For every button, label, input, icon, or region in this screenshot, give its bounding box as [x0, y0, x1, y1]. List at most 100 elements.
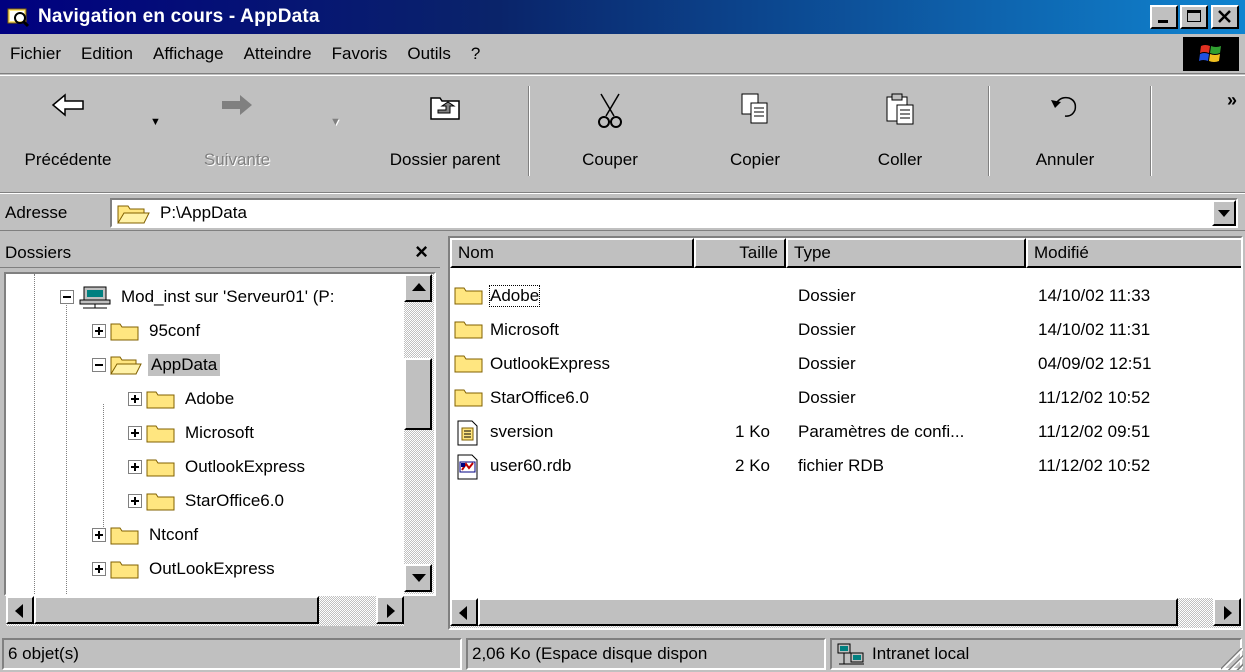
file-row[interactable]: OutlookExpress Dossier 04/09/02 12:51	[450, 348, 1240, 382]
collapse-icon[interactable]	[60, 290, 74, 304]
file-row[interactable]: Adobe Dossier 14/10/02 11:33	[450, 280, 1240, 314]
forward-arrow-icon	[222, 95, 252, 115]
status-bar: 6 objet(s) 2,06 Ko (Espace disque dispon…	[0, 634, 1245, 672]
tree-item-microsoft[interactable]: Microsoft	[128, 416, 257, 450]
expand-icon[interactable]	[92, 528, 106, 542]
tree-item-network-drive[interactable]: Mod_inst sur 'Serveur01' (P:	[60, 280, 337, 314]
close-pane-icon[interactable]: ×	[415, 239, 428, 265]
arrow-right-icon	[387, 604, 395, 618]
menu-fichier[interactable]: Fichier	[0, 44, 71, 64]
paste-icon	[886, 93, 914, 125]
address-label: Adresse	[5, 203, 68, 222]
folder-icon	[110, 561, 139, 579]
expand-icon[interactable]	[128, 426, 142, 440]
file-row[interactable]: sversion 1 Ko Paramètres de confi... 11/…	[450, 416, 1240, 450]
folder-tree-vscrollbar[interactable]	[404, 274, 434, 594]
undo-icon	[1051, 96, 1077, 117]
arrow-up-icon	[412, 283, 426, 291]
network-drive-icon	[79, 286, 111, 309]
expand-icon[interactable]	[128, 494, 142, 508]
file-list-hscrollbar[interactable]	[450, 598, 1241, 628]
file-row[interactable]: Microsoft Dossier 14/10/02 11:31	[450, 314, 1240, 348]
expand-icon[interactable]	[92, 562, 106, 576]
title-bar[interactable]: Navigation en cours - AppData	[0, 0, 1245, 34]
explorer-window: Navigation en cours - AppData Fichier Ed…	[0, 0, 1245, 672]
status-zone-label: Intranet local	[872, 644, 970, 663]
up-folder-button[interactable]: Dossier parent	[370, 84, 520, 179]
window-title: Navigation en cours - AppData	[38, 6, 320, 27]
menu-outils[interactable]: Outils	[397, 44, 460, 64]
minimize-icon	[1158, 20, 1168, 23]
menu-edition[interactable]: Edition	[71, 44, 143, 64]
rdb-file-icon	[457, 454, 478, 480]
intranet-zone-icon	[837, 643, 864, 665]
scroll-thumb[interactable]	[478, 598, 1178, 626]
close-icon	[1218, 10, 1231, 23]
tree-item-ntconf[interactable]: Ntconf	[92, 518, 201, 552]
forward-button[interactable]: Suivante	[182, 84, 292, 179]
back-dropdown-icon[interactable]: ▼	[150, 116, 161, 128]
scroll-right-button[interactable]	[376, 596, 404, 624]
scroll-left-button[interactable]	[6, 596, 34, 624]
scroll-right-button[interactable]	[1213, 598, 1241, 626]
expand-icon[interactable]	[128, 460, 142, 474]
more-chevron-icon[interactable]: »	[1227, 90, 1237, 111]
cut-button[interactable]: Couper	[545, 84, 675, 179]
status-object-count: 6 objet(s)	[2, 638, 462, 670]
resize-grip-icon[interactable]	[1221, 648, 1243, 670]
tree-item-outlookexpress[interactable]: OutlookExpress	[128, 450, 308, 484]
menu-affichage[interactable]: Affichage	[143, 44, 234, 64]
paste-button[interactable]: Coller	[840, 84, 960, 179]
folder-icon	[146, 459, 175, 477]
address-dropdown-button[interactable]	[1212, 200, 1236, 226]
menu-favoris[interactable]: Favoris	[322, 44, 398, 64]
tree-line	[66, 302, 67, 594]
folder-icon	[146, 391, 175, 409]
folders-pane: Dossiers × Mod_inst sur 'Serveur01' (P:	[0, 234, 440, 632]
address-input[interactable]: P:\AppData	[110, 198, 1238, 228]
scroll-up-button[interactable]	[404, 274, 432, 302]
folder-tree-hscrollbar[interactable]	[6, 596, 404, 626]
config-file-icon	[457, 420, 478, 446]
arrow-left-icon	[459, 606, 467, 620]
column-header-modified[interactable]: Modifié	[1026, 238, 1241, 268]
chevron-down-icon	[1218, 210, 1230, 217]
toolbar-separator	[988, 86, 990, 176]
undo-button[interactable]: Annuler	[1010, 84, 1120, 179]
copy-button[interactable]: Copier	[700, 84, 810, 179]
arrow-left-icon	[15, 604, 23, 618]
tree-item-staroffice[interactable]: StarOffice6.0	[128, 484, 287, 518]
tree-item-outlookexpress-root[interactable]: OutLookExpress	[92, 552, 278, 586]
minimize-button[interactable]	[1150, 5, 1178, 29]
file-row[interactable]: user60.rdb 2 Ko fichier RDB 11/12/02 10:…	[450, 450, 1240, 484]
tree-item-95conf[interactable]: 95conf	[92, 314, 203, 348]
folder-tree: Mod_inst sur 'Serveur01' (P: 95conf AppD…	[4, 272, 436, 596]
folder-icon	[454, 355, 483, 373]
scroll-thumb[interactable]	[404, 358, 432, 430]
column-header-size[interactable]: Taille	[694, 238, 786, 268]
explorer-icon	[6, 5, 30, 29]
file-row[interactable]: StarOffice6.0 Dossier 11/12/02 10:52	[450, 382, 1240, 416]
maximize-button[interactable]	[1180, 5, 1208, 29]
status-size: 2,06 Ko (Espace disque dispon	[466, 638, 826, 670]
folder-open-icon	[110, 356, 142, 375]
back-button[interactable]: Précédente	[8, 84, 128, 179]
scroll-thumb[interactable]	[34, 596, 319, 624]
expand-icon[interactable]	[128, 392, 142, 406]
status-zone: Intranet local	[830, 638, 1242, 670]
tree-item-adobe[interactable]: Adobe	[128, 382, 237, 416]
menu-help[interactable]: ?	[461, 44, 490, 64]
expand-icon[interactable]	[92, 324, 106, 338]
close-button[interactable]	[1211, 5, 1239, 29]
forward-dropdown-icon[interactable]: ▼	[330, 116, 341, 128]
tree-item-appdata[interactable]: AppData	[92, 348, 221, 382]
arrow-down-icon	[412, 574, 426, 582]
scroll-left-button[interactable]	[450, 598, 478, 626]
copy-icon	[741, 93, 768, 124]
scroll-down-button[interactable]	[404, 564, 432, 592]
column-header-type[interactable]: Type	[786, 238, 1026, 268]
column-header-name[interactable]: Nom	[450, 238, 694, 268]
pane-splitter[interactable]	[440, 234, 448, 632]
collapse-icon[interactable]	[92, 358, 106, 372]
menu-atteindre[interactable]: Atteindre	[234, 44, 322, 64]
